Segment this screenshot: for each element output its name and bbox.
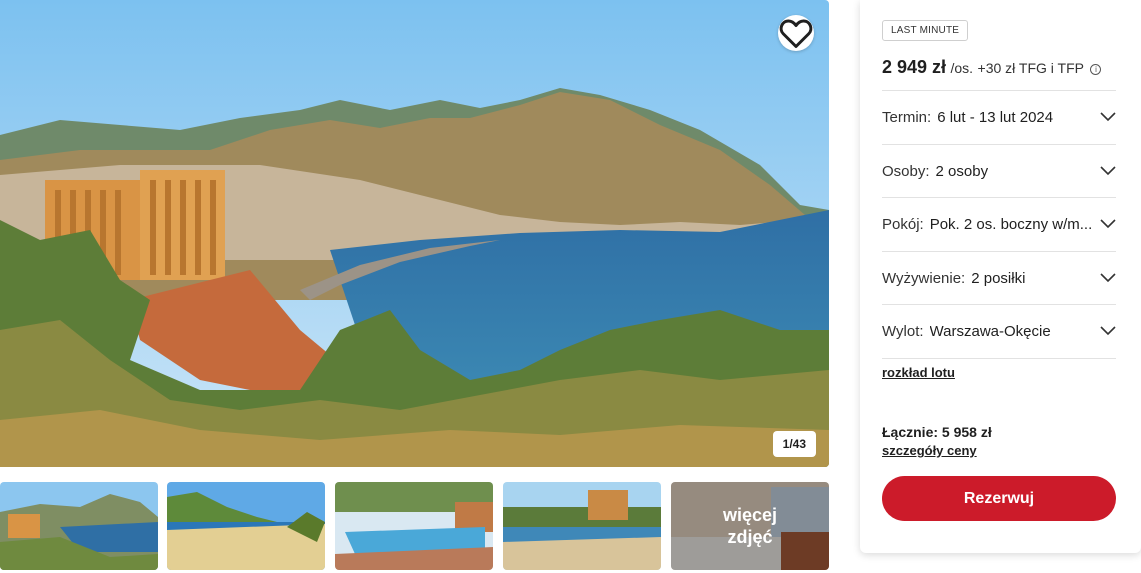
flight-schedule-link[interactable]: rozkład lotu: [882, 365, 955, 380]
thumbnail-4[interactable]: [503, 482, 661, 570]
option-date-label: Termin:: [882, 108, 932, 126]
thumbnail-more[interactable]: więcej zdjęć: [671, 482, 829, 570]
option-room[interactable]: Pokój: Pok. 2 os. boczny w/m...: [882, 197, 1116, 250]
chevron-down-icon: [1100, 166, 1116, 176]
main-photo[interactable]: 1/43: [0, 0, 829, 467]
photo-counter: 1/43: [772, 431, 816, 457]
option-date[interactable]: Termin: 6 lut - 13 lut 2024: [882, 90, 1116, 143]
total-price: Łącznie: 5 958 zł: [882, 424, 992, 440]
more-photos-label: więcej zdjęć: [671, 482, 829, 570]
option-people[interactable]: Osoby: 2 osoby: [882, 144, 1116, 197]
chevron-down-icon: [1100, 219, 1116, 229]
last-minute-badge: LAST MINUTE: [882, 20, 969, 41]
option-room-label: Pokój:: [882, 215, 924, 233]
divider: [882, 358, 1116, 359]
option-departure-value: Warszawa-Okęcie: [929, 322, 1051, 340]
favorite-button[interactable]: [778, 15, 814, 51]
heart-outline-icon: [779, 19, 813, 48]
info-icon[interactable]: i: [1090, 64, 1102, 75]
reserve-button[interactable]: Rezerwuj: [882, 476, 1116, 521]
price: 2 949 zł: [882, 57, 947, 77]
thumbnail-3[interactable]: [335, 482, 493, 570]
main-photo-image: [0, 0, 829, 467]
price-extra: +30 zł TFG i TFP: [977, 60, 1084, 76]
thumbnail-1[interactable]: [0, 482, 158, 570]
option-room-value: Pok. 2 os. boczny w/m...: [929, 215, 1093, 233]
thumbnail-2-image: [167, 482, 325, 570]
chevron-down-icon: [1100, 112, 1116, 122]
thumbnail-4-image: [503, 482, 661, 570]
booking-panel: LAST MINUTE 2 949 zł /os. +30 zł TFG i T…: [860, 0, 1141, 553]
option-departure-label: Wylot:: [882, 322, 924, 340]
price-row: 2 949 zł /os. +30 zł TFG i TFP i: [882, 57, 1102, 78]
option-departure[interactable]: Wylot: Warszawa-Okęcie: [882, 304, 1116, 357]
price-unit: /os.: [950, 60, 974, 76]
option-board[interactable]: Wyżywienie: 2 posiłki: [882, 251, 1116, 304]
price-details-link[interactable]: szczegóły ceny: [882, 443, 977, 458]
thumbnail-2[interactable]: [167, 482, 325, 570]
option-board-value: 2 posiłki: [971, 269, 1026, 287]
option-people-value: 2 osoby: [935, 162, 989, 180]
thumbnail-1-image: [0, 482, 158, 570]
chevron-down-icon: [1100, 273, 1116, 283]
chevron-down-icon: [1100, 326, 1116, 336]
thumbnail-strip: więcej zdjęć: [0, 482, 829, 573]
option-board-label: Wyżywienie:: [882, 269, 966, 287]
thumbnail-3-image: [335, 482, 493, 570]
option-date-value: 6 lut - 13 lut 2024: [937, 108, 1054, 126]
option-people-label: Osoby:: [882, 162, 930, 180]
photo-gallery: 1/43 więcej zdjęć: [0, 0, 829, 573]
